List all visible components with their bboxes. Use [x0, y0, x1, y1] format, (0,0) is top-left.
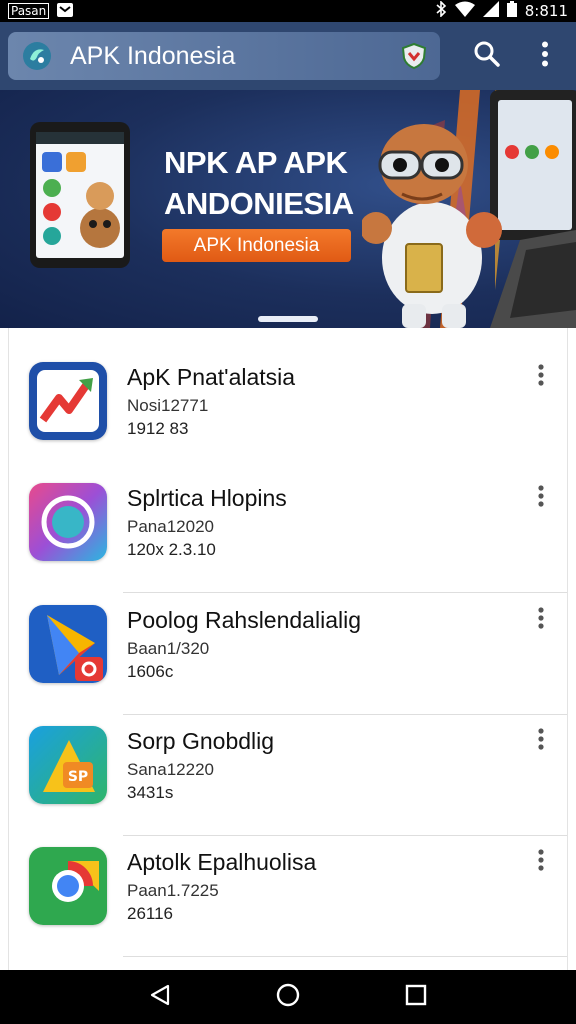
carousel-indicator[interactable] — [258, 316, 318, 322]
app-title-pill[interactable]: APK Indonesia — [8, 32, 440, 80]
banner-cta-button[interactable]: APK Indonesia — [162, 229, 351, 262]
wifi-icon — [454, 1, 475, 21]
shield-icon[interactable] — [400, 42, 428, 70]
app-meta-secondary: 120x 2.3.10 — [127, 540, 216, 559]
status-bar: Pasan 8:811 — [0, 0, 576, 22]
list-item[interactable]: Splrtica Hlopins Pana12020 120x 2.3.10 — [9, 449, 567, 570]
more-vert-icon — [541, 41, 549, 72]
search-icon — [473, 40, 501, 73]
app-meta-secondary: 1606c — [127, 662, 174, 681]
message-icon — [57, 2, 74, 20]
app-name: Splrtica Hlopins — [127, 485, 287, 511]
home-icon — [275, 982, 301, 1013]
item-more-button[interactable] — [529, 605, 553, 635]
more-vert-icon — [538, 848, 544, 876]
home-button[interactable] — [274, 983, 302, 1011]
app-meta: Sana12220 — [127, 760, 214, 779]
app-name: Aptolk Epalhuolisa — [127, 849, 317, 875]
overflow-menu-button[interactable] — [525, 36, 565, 76]
play-arrow-icon — [29, 605, 107, 683]
trending-chart-icon — [29, 362, 107, 440]
app-name: Poolog Rahslendalialig — [127, 607, 361, 633]
carrier-label: Pasan — [8, 3, 50, 19]
recents-button[interactable] — [402, 983, 430, 1011]
item-more-button[interactable] — [529, 362, 553, 392]
item-more-button[interactable] — [529, 847, 553, 877]
item-more-button[interactable] — [529, 483, 553, 513]
app-meta: Nosi12771 — [127, 396, 209, 415]
item-more-button[interactable] — [529, 726, 553, 756]
battery-icon — [506, 1, 517, 21]
app-logo-icon — [22, 41, 52, 71]
more-vert-icon — [538, 727, 544, 755]
app-bar: APK Indonesia — [0, 22, 576, 90]
app-title: APK Indonesia — [70, 41, 236, 70]
list-item[interactable]: Poolog Rahslendalialig Baan1/320 1606c — [9, 571, 567, 692]
banner-heading-line-1: NPK AP APK — [164, 145, 348, 180]
more-vert-icon — [538, 363, 544, 391]
app-name: Sorp Gnobdlig — [127, 728, 275, 754]
back-button[interactable] — [146, 983, 174, 1011]
app-meta-secondary: 3431s — [127, 783, 174, 802]
more-vert-icon — [538, 606, 544, 634]
system-nav-bar — [0, 970, 576, 1024]
triangle-sp-icon: SP — [29, 726, 107, 804]
more-vert-icon — [538, 484, 544, 512]
app-name: ApK Pnat'alatsia — [127, 364, 296, 390]
promo-banner[interactable]: NPK AP APK ANDONIESIA APK Indonesia — [0, 90, 576, 328]
clock: 8:811 — [524, 2, 568, 20]
phone-illustration — [30, 122, 130, 268]
app-meta-secondary: 26116 — [127, 904, 174, 923]
ring-icon — [29, 483, 107, 561]
svg-text:SP: SP — [68, 769, 88, 785]
mascot-illustration — [362, 124, 502, 328]
bluetooth-icon — [435, 0, 447, 21]
banner-heading: NPK AP APK ANDONIESIA — [164, 142, 354, 224]
recents-icon — [405, 984, 427, 1011]
signal-icon — [482, 1, 499, 21]
app-list: ApK Pnat'alatsia Nosi12771 1912 83 Splrt… — [8, 328, 568, 970]
divider — [123, 956, 567, 957]
app-meta: Pana12020 — [127, 517, 214, 536]
list-item[interactable]: Aptolk Epalhuolisa Paan1.7225 26116 — [9, 813, 567, 934]
banner-heading-line-2: ANDONIESIA — [164, 186, 354, 221]
list-item[interactable]: SP Sorp Gnobdlig Sana12220 3431s — [9, 692, 567, 813]
app-meta: Baan1/320 — [127, 639, 210, 658]
back-icon — [148, 983, 172, 1012]
list-item[interactable]: ApK Pnat'alatsia Nosi12771 1912 83 — [9, 328, 567, 449]
chrome-like-icon — [29, 847, 107, 925]
app-meta-secondary: 1912 83 — [127, 419, 189, 438]
app-meta: Paan1.7225 — [127, 881, 219, 900]
search-button[interactable] — [467, 36, 507, 76]
